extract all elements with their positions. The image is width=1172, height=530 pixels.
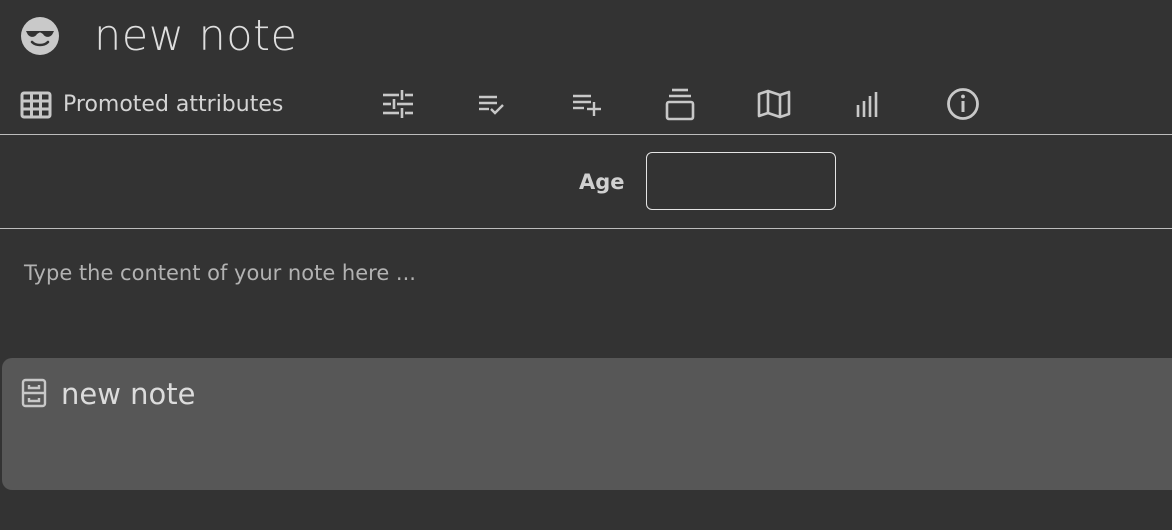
note-content-editor[interactable]: Type the content of your note here ... xyxy=(24,257,416,289)
promoted-attributes-panel: Age xyxy=(0,136,1172,229)
tab-promoted-attributes-label: Promoted attributes xyxy=(63,92,284,117)
grid-table-icon xyxy=(20,91,52,119)
map-button[interactable] xyxy=(754,84,794,124)
child-note-card[interactable]: new note xyxy=(2,358,1172,490)
stack-button[interactable] xyxy=(660,84,700,124)
smiling-face-with-sunglasses-icon[interactable] xyxy=(20,16,60,56)
checklist-icon xyxy=(476,92,506,116)
info-button[interactable] xyxy=(943,84,983,124)
info-icon xyxy=(946,87,980,121)
attribute-label-age: Age xyxy=(579,170,625,194)
archive-drawer-icon xyxy=(20,376,48,410)
attribute-input-age[interactable] xyxy=(646,152,836,210)
settings-sliders-button[interactable] xyxy=(377,84,417,124)
stack-icon xyxy=(664,87,696,121)
bar-chart-icon xyxy=(855,89,883,119)
note-title[interactable]: new note xyxy=(94,10,297,62)
note-title-row: new note xyxy=(20,10,297,62)
tab-promoted-attributes[interactable]: Promoted attributes xyxy=(20,88,283,122)
list-add-icon xyxy=(570,91,602,117)
bar-chart-button[interactable] xyxy=(849,84,889,124)
checklist-button[interactable] xyxy=(471,84,511,124)
ribbon-toolbar: Promoted attributes xyxy=(0,80,1172,135)
note-page: new note Promoted attributes Age Type th… xyxy=(0,0,1172,530)
child-note-title: new note xyxy=(61,377,196,411)
map-icon xyxy=(757,89,791,119)
list-add-button[interactable] xyxy=(566,84,606,124)
settings-sliders-icon xyxy=(380,89,414,119)
